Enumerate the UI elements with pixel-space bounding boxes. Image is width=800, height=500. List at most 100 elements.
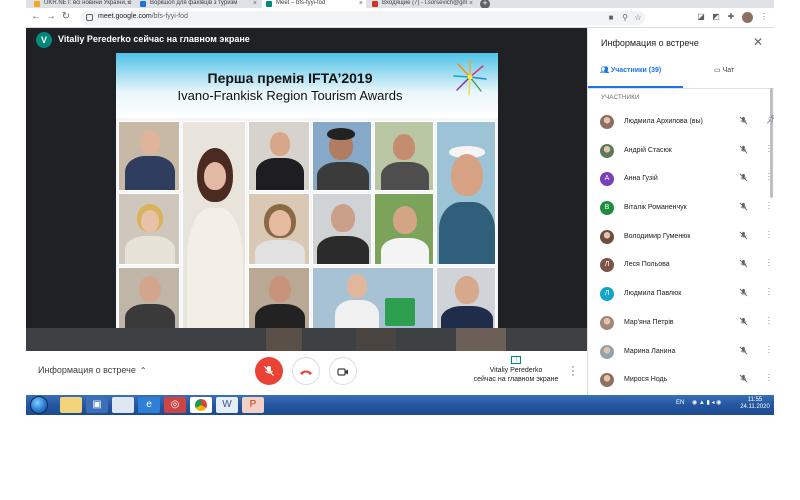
close-tab-icon[interactable]: × [469,0,473,7]
chrome-browser-icon[interactable] [190,397,212,413]
more-options-icon[interactable]: · · · [766,227,772,241]
participant-row[interactable]: В Віталік Романенчук · · · [588,196,774,225]
participant-name: Мирося Нодь [624,376,668,384]
floppy-save-icon[interactable]: ▣ [86,397,108,413]
meeting-details-button[interactable]: Информация о встрече ⌃ [38,365,147,375]
browser-tab-meet[interactable]: Meet – bfs-fyyi-fod × [262,0,366,8]
participant-thumbnail[interactable] [456,328,506,351]
mic-off-icon[interactable] [738,116,748,126]
participant-avatar [600,115,614,129]
mic-off-icon[interactable] [738,374,748,384]
presenting-status[interactable]: ↑ Vitaliy Perederko сейчас на главном эк… [466,356,566,384]
extension-2-icon[interactable]: ◩ [711,12,721,22]
extension-icon[interactable]: ◪ [696,12,706,22]
more-options-icon[interactable]: · · · [766,170,772,184]
more-options-icon[interactable]: · · · [766,141,772,155]
presenting-status-text: сейчас на главном экране [473,376,559,383]
camera-toggle-button[interactable] [329,357,357,385]
participant-row[interactable]: Л Людмила Павлюк · · · [588,282,774,311]
bookmark-star-icon[interactable]: ☆ [633,13,643,23]
meeting-details-label: Информация о встрече [38,365,136,375]
portrait-photo [374,193,434,265]
microphone-toggle-button[interactable] [255,357,283,385]
more-options-icon[interactable]: · · · [766,256,772,270]
mic-off-icon[interactable] [738,202,748,212]
system-clock[interactable]: 11:55 24.11.2020 [740,397,770,411]
tray-icons[interactable]: ◉ ▲ ▮ ◂ ◉ [692,400,721,406]
address-bar[interactable]: meet.google.com/bfs-fyyi-fod ■ ⚲ ☆ [80,11,645,25]
more-options-icon[interactable]: · · · [766,371,772,385]
more-options-icon[interactable]: · · · [766,285,772,299]
meeting-details-panel: Информация о встрече ✕ 👥︎ Участники (39)… [587,28,774,395]
mic-off-icon[interactable] [738,173,748,183]
mic-off-icon[interactable] [738,288,748,298]
workshop-favicon-icon [140,1,146,7]
leave-call-button[interactable] [292,357,320,385]
back-arrow-icon[interactable]: ← [30,11,42,22]
participant-row[interactable]: А Анна Гузій · · · [588,167,774,196]
ukrnet-favicon-icon [34,1,40,7]
participant-row[interactable]: Андрій Стасюк · · · [588,139,774,168]
close-tab-icon[interactable]: × [253,0,257,7]
close-tab-icon[interactable]: × [127,0,131,7]
participant-avatar: В [600,201,614,216]
mic-off-icon[interactable] [738,231,748,241]
mic-off-icon[interactable] [738,346,748,356]
windows-start-button[interactable] [30,396,48,414]
participant-thumbnail[interactable] [356,328,396,351]
browser-tab-ukrnet[interactable]: UKR.NET: всі новини України, о × [30,0,134,8]
participant-row[interactable]: Мирося Нодь · · · [588,368,774,397]
video-camera-icon [337,368,348,376]
more-options-icon[interactable]: · · · [766,342,772,356]
language-indicator[interactable]: EN [676,400,684,406]
word-app-icon[interactable]: W [216,397,238,413]
powerpoint-app-icon[interactable]: P [242,397,264,413]
tab-participants[interactable]: 👥︎ Участники (39) [600,66,661,80]
participant-name: Людмила Архипова (вы) [624,118,703,125]
chevron-up-icon: ⌃ [139,366,147,375]
portrait-photo [312,267,434,333]
participant-row[interactable]: Володимир Гуменюк · · · [588,225,774,254]
forward-arrow-icon[interactable]: → [45,11,57,22]
mic-off-icon [264,366,274,376]
participant-thumbnail[interactable] [266,328,302,351]
url-text: meet.google.com/bfs-fyyi-fod [98,13,188,20]
browser-tab-gmail[interactable]: Входящие (7) - l.sorsevich@gm × [368,0,476,8]
participant-row[interactable]: Марина Ланина · · · [588,340,774,369]
extensions-puzzle-icon[interactable]: ✚ [726,12,736,22]
portrait-photo [248,121,310,191]
more-options-icon[interactable]: · · · [766,313,772,327]
profile-avatar[interactable] [742,12,753,23]
tab-participants-label: Участники (39) [610,67,662,74]
edge-browser-icon[interactable]: e [138,397,160,413]
mic-off-icon[interactable] [738,145,748,155]
camera-indicator-icon[interactable]: ■ [606,13,616,23]
participant-row[interactable]: Мар'яна Петрів · · · [588,311,774,340]
more-options-icon[interactable]: · · · [766,199,772,213]
portrait-photo [248,267,310,333]
pin-icon[interactable]: 📌︎ [766,115,774,125]
file-explorer-icon[interactable] [60,397,82,413]
participant-row[interactable]: Л Леся Польова · · · [588,253,774,282]
mic-off-icon[interactable] [738,317,748,327]
participants-section-label: УЧАСТНИКИ [601,95,640,101]
close-tab-icon[interactable]: × [359,0,363,7]
document-app-icon[interactable] [112,397,134,413]
reload-icon[interactable]: ↻ [60,11,72,22]
slide-header: Перша премія IFTA’2019 Ivano-Frankisk Re… [116,53,498,118]
meet-favicon-icon [266,1,272,7]
tab-chat[interactable]: ▭ Чат [714,66,734,80]
participant-row[interactable]: Людмила Архипова (вы) 📌︎ [588,110,774,139]
participant-avatar [600,344,614,359]
browser-menu-icon[interactable]: ⋮ [759,12,769,22]
app-icon[interactable]: ◎ [164,397,186,413]
participant-avatar [600,143,614,158]
close-panel-icon[interactable]: ✕ [753,35,763,49]
portrait-photo [436,267,496,333]
browser-tab-workshop[interactable]: Воркшоп для фахівців з туризм × [136,0,260,8]
browser-tab-strip: UKR.NET: всі новини України, о × Воркшоп… [26,0,774,9]
mic-off-icon[interactable] [738,259,748,269]
more-options-icon[interactable]: · · · [569,362,577,381]
zoom-icon[interactable]: ⚲ [620,13,630,23]
hang-up-icon [300,370,312,375]
